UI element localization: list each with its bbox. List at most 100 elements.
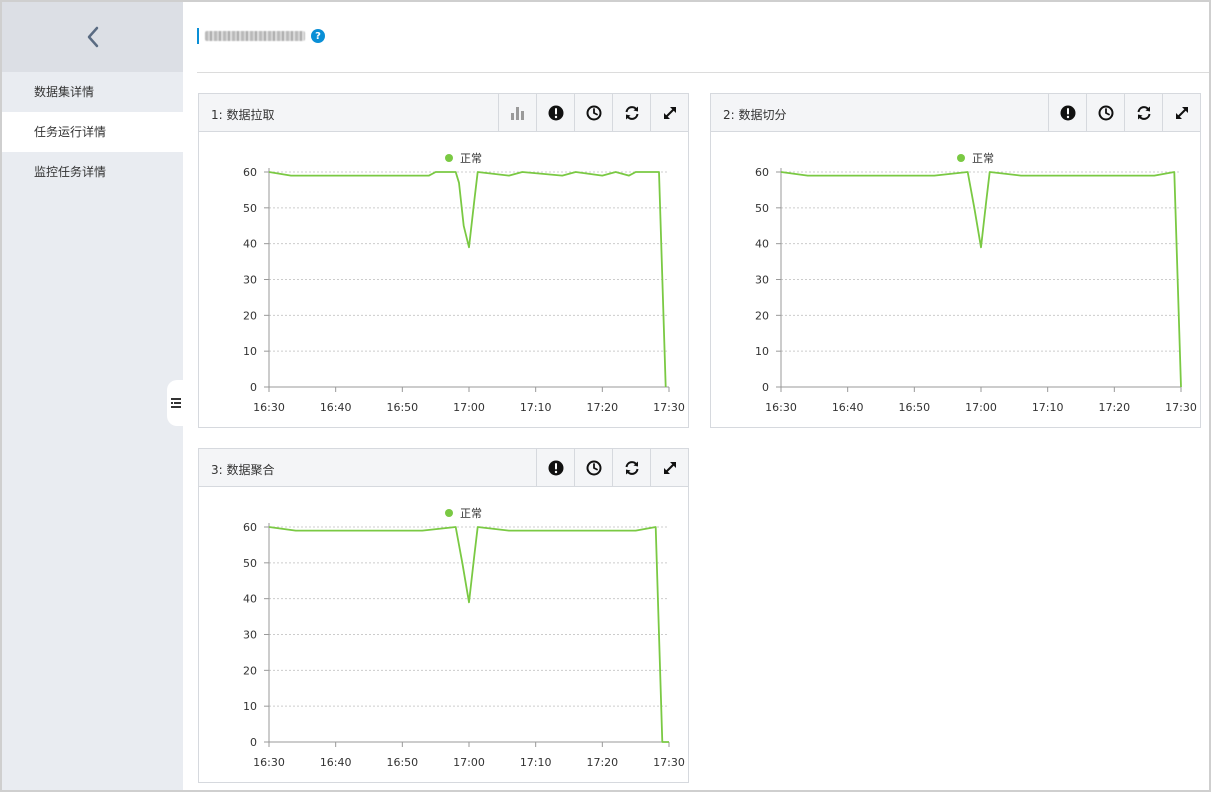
- x-tick-label: 17:30: [653, 756, 685, 769]
- alert-button[interactable]: [536, 449, 574, 486]
- panel-title: 2: 数据切分: [723, 108, 787, 122]
- page-title: [205, 31, 305, 41]
- x-tick-label: 17:20: [586, 756, 618, 769]
- y-tick-label: 20: [243, 309, 257, 322]
- y-tick-label: 10: [243, 700, 257, 713]
- y-tick-label: 60: [755, 166, 769, 179]
- panel-header: 3: 数据聚合: [199, 449, 688, 487]
- y-tick-label: 60: [243, 521, 257, 534]
- x-tick-label: 16:50: [386, 401, 418, 414]
- page-header: ?: [197, 27, 325, 45]
- chart-panel-data-pull: 1: 数据拉取 正常 0 10 20 30 40 50 60 16:30 16:40 16:50 17…: [198, 93, 689, 428]
- chart-panel-data-aggregate: 3: 数据聚合 正常 0 10 20 30 40 50 60 16:30 16:40 16:50 17…: [198, 448, 689, 783]
- clock-icon: [1098, 105, 1113, 120]
- bar-chart-button[interactable]: [498, 94, 536, 131]
- legend-label: 正常: [460, 507, 482, 520]
- chart-panel-data-split: 2: 数据切分 正常 0 10 20 30 40 50 60 16:30 16:40 16:50 17…: [710, 93, 1201, 428]
- expand-button[interactable]: [650, 94, 688, 131]
- x-tick-label: 16:30: [253, 756, 285, 769]
- sidebar-item-dataset-details[interactable]: 数据集详情: [2, 72, 183, 112]
- expand-icon: [663, 461, 676, 474]
- panel-toolbar: [536, 449, 688, 486]
- menu-collapse-icon: [171, 398, 181, 408]
- panel-toolbar: [1048, 94, 1200, 131]
- y-tick-label: 30: [755, 274, 769, 287]
- sidebar-item-task-run-details[interactable]: 任务运行详情: [2, 112, 183, 152]
- y-tick-label: 50: [243, 202, 257, 215]
- y-tick-label: 0: [250, 736, 257, 749]
- panel-header: 1: 数据拉取: [199, 94, 688, 132]
- x-tick-label: 16:40: [320, 401, 352, 414]
- chevron-left-icon: [87, 26, 98, 48]
- x-tick-label: 17:30: [1165, 401, 1197, 414]
- sidebar: 数据集详情 任务运行详情 监控任务详情: [2, 2, 183, 790]
- y-tick-label: 20: [755, 309, 769, 322]
- legend-marker: [445, 509, 453, 517]
- clock-button[interactable]: [574, 449, 612, 486]
- x-tick-label: 17:30: [653, 401, 685, 414]
- panel-title: 3: 数据聚合: [211, 463, 275, 477]
- legend-label: 正常: [460, 152, 482, 165]
- chart-area: 正常 0 10 20 30 40 50 60 16:30 16:40 16:50 17:00 17:10…: [199, 132, 688, 427]
- refresh-icon: [625, 105, 638, 120]
- x-tick-label: 16:40: [320, 756, 352, 769]
- x-tick-label: 17:20: [1098, 401, 1130, 414]
- line-chart: 正常 0 10 20 30 40 50 60 16:30 16:40 16:50 17:00 17:10…: [243, 152, 685, 414]
- x-tick-label: 17:00: [965, 401, 997, 414]
- clock-icon: [586, 105, 601, 120]
- alert-icon: [548, 460, 563, 475]
- y-tick-label: 20: [243, 664, 257, 677]
- legend-marker: [445, 154, 453, 162]
- sidebar-item-label: 监控任务详情: [34, 165, 107, 179]
- refresh-button[interactable]: [612, 94, 650, 131]
- x-tick-label: 16:30: [253, 401, 285, 414]
- expand-icon: [1175, 106, 1188, 119]
- line-chart: 正常 0 10 20 30 40 50 60 16:30 16:40 16:50 17:00 17:10…: [243, 507, 685, 769]
- legend[interactable]: 正常: [957, 152, 994, 165]
- legend[interactable]: 正常: [445, 152, 482, 165]
- back-button[interactable]: [2, 2, 183, 72]
- y-tick-label: 0: [762, 381, 769, 394]
- legend-marker: [957, 154, 965, 162]
- panel-header: 2: 数据切分: [711, 94, 1200, 132]
- alert-button[interactable]: [1048, 94, 1086, 131]
- refresh-icon: [1137, 105, 1150, 120]
- alert-button[interactable]: [536, 94, 574, 131]
- clock-button[interactable]: [1086, 94, 1124, 131]
- y-tick-label: 40: [243, 238, 257, 251]
- sidebar-item-label: 任务运行详情: [34, 125, 107, 139]
- clock-icon: [586, 460, 601, 475]
- y-tick-label: 10: [755, 345, 769, 358]
- expand-icon: [663, 106, 676, 119]
- sidebar-item-label: 数据集详情: [34, 85, 95, 99]
- main-content: ? 1: 数据拉取 正常 0 10 20 30 40 50 60 16:30 16:40 16:50…: [183, 2, 1209, 790]
- chart-area: 正常 0 10 20 30 40 50 60 16:30 16:40 16:50 17:00 17:10…: [711, 132, 1200, 427]
- alert-icon: [1060, 105, 1075, 120]
- x-tick-label: 16:40: [832, 401, 864, 414]
- legend-label: 正常: [972, 152, 994, 165]
- sidebar-item-monitor-task-details[interactable]: 监控任务详情: [2, 152, 183, 192]
- panel-title: 1: 数据拉取: [211, 108, 275, 122]
- help-icon[interactable]: ?: [311, 29, 325, 43]
- y-tick-label: 50: [243, 557, 257, 570]
- refresh-icon: [625, 460, 638, 475]
- y-tick-label: 60: [243, 166, 257, 179]
- y-tick-label: 40: [243, 593, 257, 606]
- x-tick-label: 16:50: [898, 401, 930, 414]
- header-accent-bar: [197, 28, 199, 44]
- chart-area: 正常 0 10 20 30 40 50 60 16:30 16:40 16:50 17:00 17:10…: [199, 487, 688, 782]
- bar-chart-icon: [510, 106, 524, 120]
- legend[interactable]: 正常: [445, 507, 482, 520]
- y-tick-label: 10: [243, 345, 257, 358]
- refresh-button[interactable]: [612, 449, 650, 486]
- y-tick-label: 40: [755, 238, 769, 251]
- expand-button[interactable]: [1162, 94, 1200, 131]
- refresh-button[interactable]: [1124, 94, 1162, 131]
- header-divider: [197, 72, 1209, 73]
- y-tick-label: 50: [755, 202, 769, 215]
- expand-button[interactable]: [650, 449, 688, 486]
- x-tick-label: 17:10: [520, 401, 552, 414]
- x-tick-label: 16:30: [765, 401, 797, 414]
- clock-button[interactable]: [574, 94, 612, 131]
- panel-toolbar: [498, 94, 688, 131]
